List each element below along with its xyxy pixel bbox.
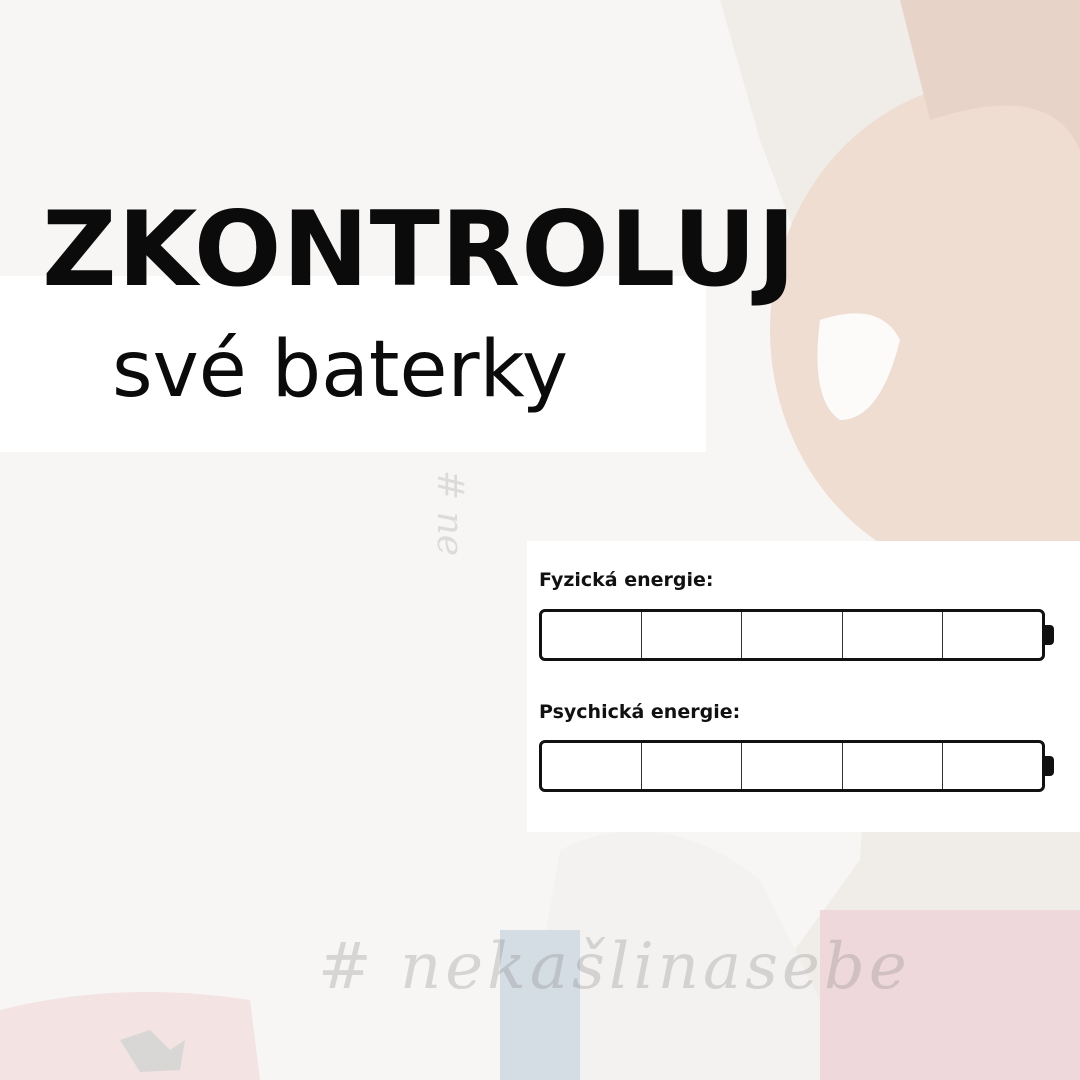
mental-energy-battery[interactable]: [539, 740, 1045, 792]
battery-segment[interactable]: [742, 743, 843, 789]
headline: ZKONTROLUJ své baterky: [0, 190, 1080, 452]
battery-cap-icon: [1045, 625, 1054, 645]
photo-fade-overlay: [0, 0, 1080, 1080]
mental-energy-label: Psychická energie:: [539, 701, 741, 723]
battery-segment[interactable]: [642, 743, 743, 789]
battery-segment[interactable]: [843, 743, 943, 789]
battery-segment[interactable]: [742, 612, 843, 658]
battery-segment[interactable]: [542, 743, 643, 789]
battery-segment[interactable]: [943, 612, 1042, 658]
headline-subtitle: své baterky: [112, 325, 569, 415]
battery-segment[interactable]: [542, 612, 643, 658]
physical-energy-label: Fyzická energie:: [539, 569, 714, 591]
watermark-vertical: # ne: [429, 470, 470, 557]
watermark-hashtag: # nekašlinasebe: [318, 930, 911, 1004]
physical-energy-battery[interactable]: [539, 609, 1045, 661]
battery-cap-icon: [1045, 756, 1054, 776]
energy-card: Fyzická energie: Psychická energie:: [527, 541, 1080, 832]
background-photo: [0, 0, 1080, 1080]
battery-segment[interactable]: [843, 612, 943, 658]
headline-title: ZKONTROLUJ: [42, 190, 797, 310]
battery-segment[interactable]: [943, 743, 1042, 789]
battery-segment[interactable]: [642, 612, 743, 658]
